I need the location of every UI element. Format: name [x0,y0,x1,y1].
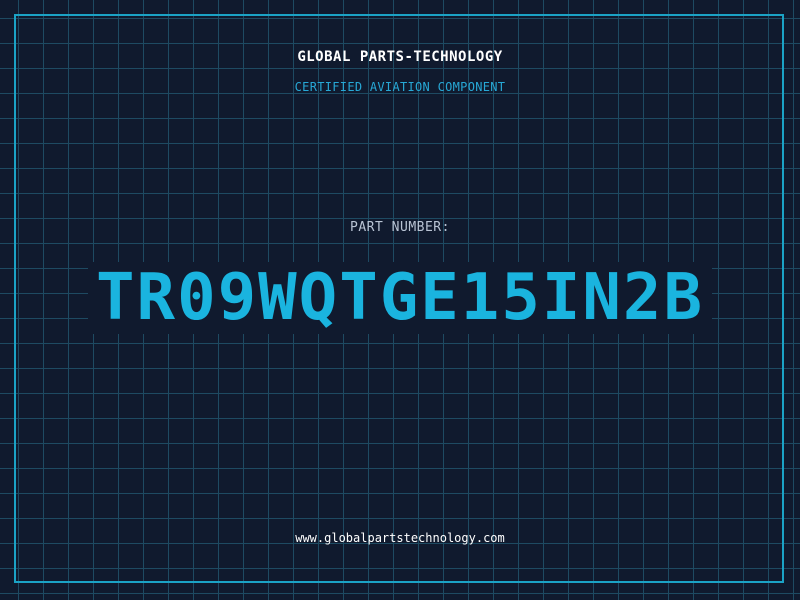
part-number: TR09WQTGE15IN2B [88,262,712,334]
part-number-label: PART NUMBER: [350,220,450,235]
website-url: www.globalpartstechnology.com [295,531,505,545]
part-number-container: TR09WQTGE15IN2B [0,262,800,334]
subtitle: CERTIFIED AVIATION COMPONENT [294,80,506,94]
company-name: GLOBAL PARTS-TECHNOLOGY [297,49,503,65]
